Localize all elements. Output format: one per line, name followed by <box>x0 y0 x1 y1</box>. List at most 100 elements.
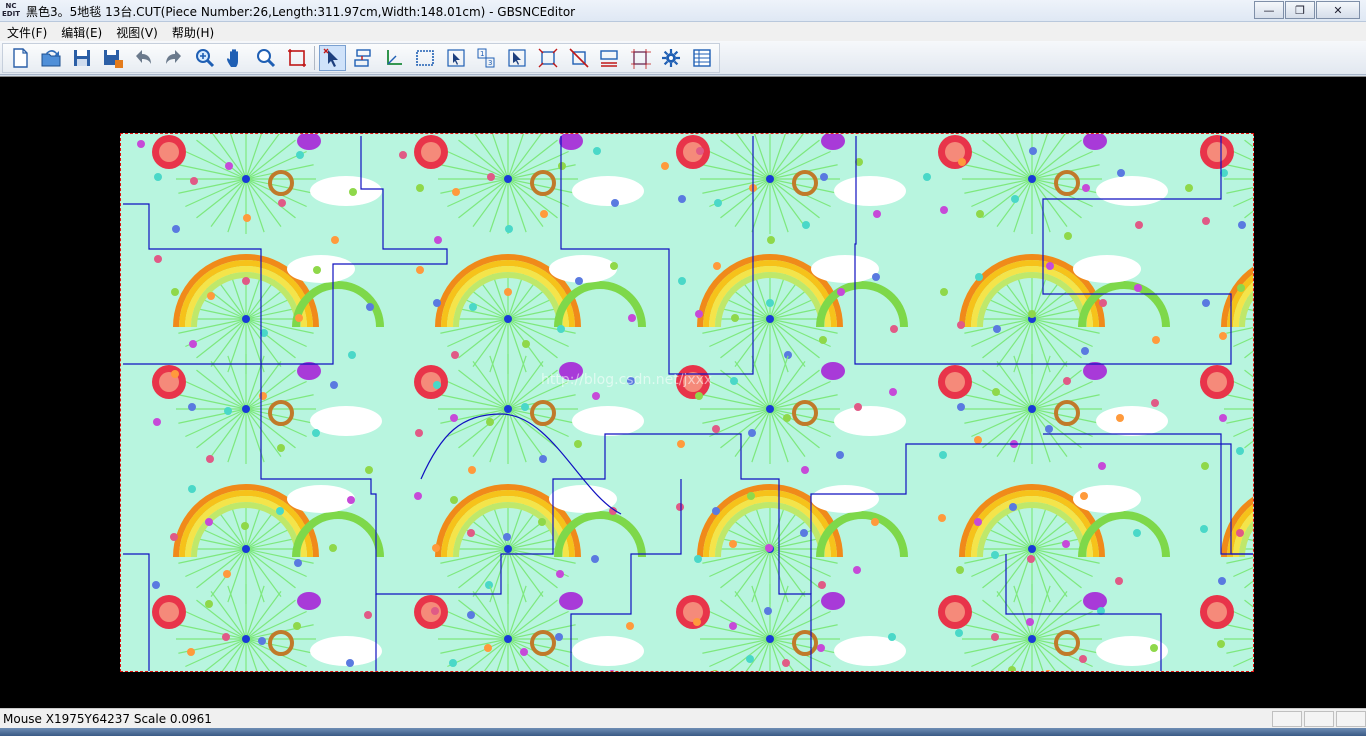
zoom-in-button[interactable] <box>191 45 218 71</box>
pan-button[interactable] <box>222 45 249 71</box>
confetti-dot <box>1200 525 1208 533</box>
new-file-button[interactable] <box>7 45 34 71</box>
redo-button[interactable] <box>161 45 188 71</box>
zoom-window-button[interactable] <box>253 45 280 71</box>
sun-ray <box>964 638 1033 654</box>
rect-select-button[interactable] <box>412 45 439 71</box>
sun-ray <box>178 408 247 424</box>
confetti-dot <box>243 214 251 222</box>
sun-ray <box>245 585 265 640</box>
confetti-dot <box>347 496 355 504</box>
toolbar-separator <box>314 46 316 70</box>
piece-select-button[interactable] <box>442 45 469 71</box>
sun-ray <box>1233 656 1253 668</box>
confetti-dot <box>467 529 475 537</box>
properties-button[interactable] <box>688 45 715 71</box>
sun-center <box>504 315 512 323</box>
numbering-button[interactable]: 13 <box>473 45 500 71</box>
menu-help[interactable]: 帮助(H) <box>165 22 221 41</box>
sun-center <box>242 545 250 553</box>
confetti-dot <box>713 262 721 270</box>
menu-view[interactable]: 视图(V) <box>109 22 165 41</box>
fit-view-button[interactable] <box>284 45 311 71</box>
confetti-dot <box>486 418 494 426</box>
bounds-button[interactable] <box>627 45 654 71</box>
confetti-dot <box>312 429 320 437</box>
confetti-dot <box>276 507 284 515</box>
confetti-dot <box>1028 310 1036 318</box>
menu-file[interactable]: 文件(F) <box>0 22 54 41</box>
spiral-ring <box>792 400 818 426</box>
sun-ray <box>245 178 265 233</box>
settings-button[interactable] <box>657 45 684 71</box>
carpet-sheet[interactable]: http://blog.csdn.net/jxxx <box>120 133 1254 672</box>
confetti-dot <box>539 455 547 463</box>
confetti-dot <box>693 618 701 626</box>
menu-edit[interactable]: 编辑(E) <box>54 22 109 41</box>
sun-ray <box>227 585 247 640</box>
confetti-dot <box>992 388 1000 396</box>
scale-piece-button[interactable] <box>535 45 562 71</box>
restore-button[interactable]: ❐ <box>1285 1 1315 19</box>
sun-center <box>504 635 512 643</box>
confetti-dot <box>764 607 772 615</box>
close-button[interactable]: ✕ <box>1316 1 1360 19</box>
red-ring-inner <box>683 602 703 622</box>
drawing-canvas[interactable]: http://blog.csdn.net/jxxx <box>0 76 1366 708</box>
red-ring-inner <box>421 142 441 162</box>
confetti-dot <box>1236 529 1244 537</box>
confetti-dot <box>452 188 460 196</box>
cloud <box>572 176 644 206</box>
sun-ray <box>507 178 527 233</box>
confetti-dot <box>1117 169 1125 177</box>
confetti-dot <box>484 644 492 652</box>
cloud <box>811 485 879 513</box>
confetti-dot <box>1219 414 1227 422</box>
confetti-dot <box>451 351 459 359</box>
select-button[interactable] <box>319 45 347 71</box>
confetti-dot <box>1063 377 1071 385</box>
save-as-button[interactable] <box>99 45 126 71</box>
confetti-dot <box>434 236 442 244</box>
sun-ray <box>702 394 771 410</box>
red-ring-inner <box>1207 142 1227 162</box>
open-file-button[interactable] <box>38 45 65 71</box>
confetti-dot <box>296 151 304 159</box>
minimize-button[interactable]: — <box>1254 1 1284 19</box>
confetti-dot <box>938 514 946 522</box>
spiral-ring <box>792 170 818 196</box>
confetti-dot <box>416 184 424 192</box>
zoom-window-icon <box>257 49 276 68</box>
confetti-dot <box>574 440 582 448</box>
confetti-dot <box>449 659 457 667</box>
confetti-dot <box>206 455 214 463</box>
confetti-dot <box>712 670 718 671</box>
cloud <box>1096 406 1168 436</box>
save-button[interactable] <box>68 45 95 71</box>
confetti-dot <box>592 392 600 400</box>
confetti-dot <box>957 321 965 329</box>
purple-egg <box>297 592 321 610</box>
cut-outline <box>1043 433 1253 555</box>
confetti-dot <box>591 555 599 563</box>
confetti-dot <box>415 429 423 437</box>
cloud <box>1096 636 1168 666</box>
confetti-dot <box>294 559 302 567</box>
mouse-coordinates: Mouse X1975Y64237 Scale 0.0961 <box>3 712 212 726</box>
origin-button[interactable] <box>381 45 408 71</box>
sun-center <box>1028 545 1036 553</box>
no-scale-button[interactable] <box>565 45 592 71</box>
confetti-dot <box>556 570 564 578</box>
arrange-button[interactable] <box>350 45 377 71</box>
cut-outline <box>123 553 150 671</box>
undo-button[interactable] <box>130 45 157 71</box>
confetti-dot <box>505 225 513 233</box>
sun-ray <box>440 178 509 194</box>
confetti-dot <box>469 303 477 311</box>
move-piece-button[interactable] <box>504 45 531 71</box>
spiral-ring <box>792 630 818 656</box>
confetti-dot <box>1253 562 1254 570</box>
measure-button[interactable] <box>596 45 623 71</box>
confetti-dot <box>609 670 615 671</box>
confetti-dot <box>1201 462 1209 470</box>
